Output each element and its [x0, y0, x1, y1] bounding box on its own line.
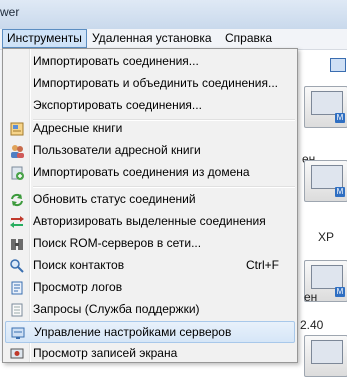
- server-search-icon: [9, 236, 25, 252]
- title-bar: wer: [0, 0, 347, 29]
- connection-thumbnail-4[interactable]: [304, 335, 347, 377]
- connection-label-4: 2.40: [300, 318, 324, 332]
- menu-item-search-rom-servers[interactable]: Поиск ROM-серверов в сети...: [5, 233, 295, 255]
- users-icon: [9, 143, 25, 159]
- menu-item-label: Поиск контактов: [33, 258, 125, 272]
- magnifier-icon: [9, 258, 25, 274]
- connection-thumbnail-2[interactable]: M: [304, 160, 347, 202]
- menu-item-export-connections[interactable]: Экспортировать соединения...: [5, 95, 295, 117]
- menu-item-authorize-selected[interactable]: Авторизировать выделенные соединения: [5, 211, 295, 233]
- menu-item-import-merge-connections[interactable]: Импортировать и объединить соединения...: [5, 73, 295, 95]
- menu-item-manage-server-settings[interactable]: Управление настройками серверов: [5, 321, 295, 343]
- menu-help[interactable]: Справка: [221, 30, 276, 47]
- toolbar-monitor-icon[interactable]: [330, 58, 346, 72]
- badge-m: M: [335, 287, 345, 297]
- domain-import-icon: [9, 165, 25, 181]
- menu-tools[interactable]: Инструменты: [2, 29, 87, 48]
- menu-item-view-logs[interactable]: Просмотр логов: [5, 277, 295, 299]
- window-title: wer: [0, 5, 20, 19]
- menu-item-address-book-users[interactable]: Пользователи адресной книги: [5, 140, 295, 162]
- menu-item-label: Просмотр записей экрана: [33, 346, 178, 360]
- authorize-icon: [9, 214, 25, 230]
- connection-thumbnail-1[interactable]: M: [304, 86, 347, 128]
- menu-item-label: Авторизировать выделенные соединения: [33, 214, 266, 228]
- menu-item-label: Поиск ROM-серверов в сети...: [33, 236, 202, 250]
- menu-item-address-books[interactable]: Адресные книги: [5, 118, 295, 140]
- badge-m: M: [335, 187, 345, 197]
- menu-item-label: Импортировать соединения из домена: [33, 165, 250, 179]
- refresh-icon: [9, 192, 25, 208]
- monitor-icon: [311, 340, 343, 364]
- badge-m: M: [335, 113, 345, 123]
- address-book-icon: [9, 121, 25, 137]
- menu-item-import-connections[interactable]: Импортировать соединения...: [5, 51, 295, 73]
- menu-separator: [33, 186, 295, 188]
- monitor-icon: [311, 165, 343, 189]
- menu-item-shortcut: Ctrl+F: [246, 258, 279, 272]
- menu-item-import-from-domain[interactable]: Импортировать соединения из домена: [5, 162, 295, 184]
- menu-item-label: Запросы (Служба поддержки): [33, 302, 200, 316]
- menu-item-label: Обновить статус соединений: [33, 192, 196, 206]
- monitor-icon: [311, 265, 343, 289]
- support-icon: [9, 302, 25, 318]
- menu-item-label: Управление настройками серверов: [34, 325, 232, 339]
- menu-item-view-screen-recordings[interactable]: Просмотр записей экрана: [5, 343, 295, 362]
- menu-item-search-contacts[interactable]: Поиск контактов Ctrl+F: [5, 255, 295, 277]
- menu-item-refresh-status[interactable]: Обновить статус соединений: [5, 189, 295, 211]
- tools-dropdown-menu: Импортировать соединения... Импортироват…: [2, 48, 298, 363]
- menu-bar: Инструменты Удаленная установка Справка: [0, 29, 347, 50]
- connection-label-3: ен: [304, 290, 318, 304]
- menu-item-label: Адресные книги: [33, 121, 123, 135]
- menu-item-label: Импортировать соединения...: [33, 54, 199, 68]
- log-icon: [9, 280, 25, 296]
- menu-item-label: Экспортировать соединения...: [33, 98, 202, 112]
- menu-item-label: Пользователи адресной книги: [33, 143, 201, 157]
- menu-remote-install[interactable]: Удаленная установка: [88, 30, 216, 47]
- monitor-icon: [311, 91, 343, 115]
- menu-item-label: Просмотр логов: [33, 280, 123, 294]
- menu-item-label: Импортировать и объединить соединения...: [33, 76, 279, 90]
- menu-item-support-requests[interactable]: Запросы (Служба поддержки): [5, 299, 295, 321]
- server-settings-icon: [10, 325, 26, 341]
- screen-record-icon: [9, 346, 25, 362]
- connection-label-2: XP: [318, 230, 335, 244]
- connections-panel: M ен M XP M ен 2.40: [300, 50, 347, 377]
